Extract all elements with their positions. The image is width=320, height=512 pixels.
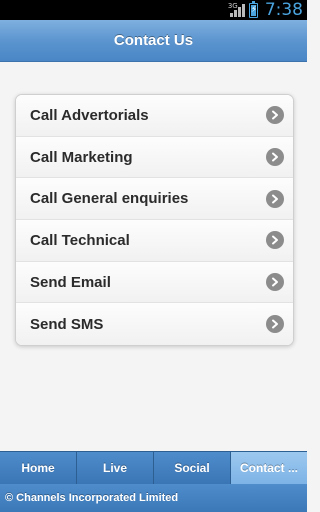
chevron-right-icon [266,189,284,208]
header-bar: Contact Us [0,20,307,62]
network-type: 3G [227,2,238,10]
list-item-send-email[interactable]: Send Email [16,261,293,304]
list-item-call-advertorials[interactable]: Call Advertorials [16,95,293,137]
status-time: 7:38 [264,0,303,20]
list-item-label: Call Technical [30,231,130,249]
list-item-label: Send SMS [30,315,104,333]
list-item-label: Send Email [30,273,111,291]
tab-contact[interactable]: Contact ... [231,452,307,484]
copyright-text: © Channels Incorporated Limited [5,492,179,504]
tab-bar: Home Live Social Contact ... [0,451,307,484]
list-item-label: Call General enquiries [30,190,189,208]
list-item-label: Call Advertorials [30,106,149,124]
page-title: Contact Us [113,32,194,49]
chevron-right-icon [266,106,284,125]
list-item-call-technical[interactable]: Call Technical [16,220,293,262]
footer: © Channels Incorporated Limited [0,484,307,512]
list-item-send-sms[interactable]: Send SMS [16,303,293,346]
tab-home[interactable]: Home [0,452,77,484]
contact-list: Call Advertorials Call Marketing Call Ge… [15,94,294,347]
chevron-right-icon [266,273,284,292]
status-bar: 3G ⚡ 7:38 [0,0,307,20]
tab-social[interactable]: Social [154,452,231,484]
chevron-right-icon [266,231,284,250]
chevron-right-icon [266,315,284,334]
signal-icon: 3G [227,2,245,17]
list-item-call-marketing[interactable]: Call Marketing [16,136,293,179]
tab-live[interactable]: Live [77,452,154,484]
chevron-right-icon [266,148,284,167]
list-item-label: Call Marketing [30,148,133,166]
list-item-call-general-enquiries[interactable]: Call General enquiries [16,178,293,221]
battery-icon: ⚡ [248,0,258,18]
